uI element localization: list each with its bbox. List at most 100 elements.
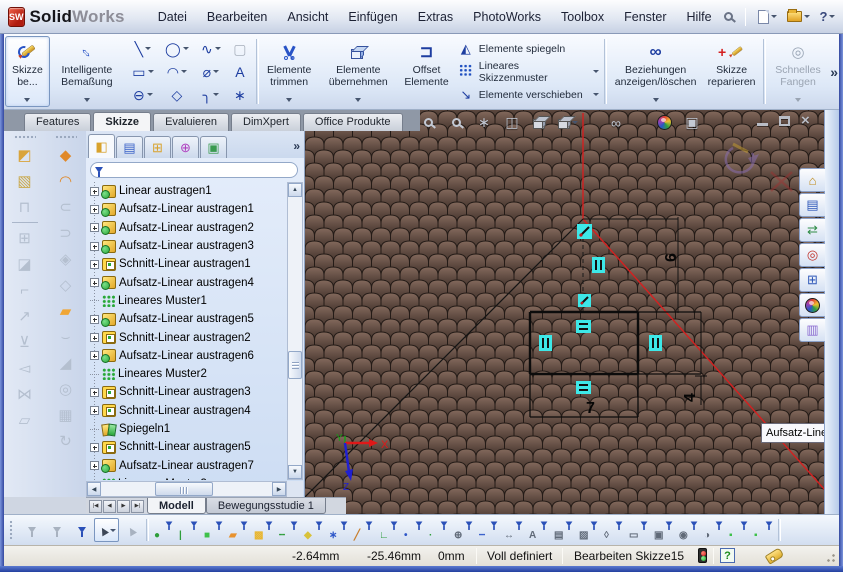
filter-midpoints[interactable]: · — [426, 518, 451, 542]
relation-tag-equal[interactable] — [576, 320, 591, 333]
trim-entities-button[interactable]: Elementetrimmen — [261, 36, 318, 107]
tree-item-aufsatz-linear-austragen7[interactable]: Aufsatz-Linear austragen7 — [88, 456, 286, 474]
tree-item-lineares-muster1[interactable]: Lineares Muster1 — [88, 292, 286, 310]
tree-vertical-scrollbar[interactable]: ▲ ▼ — [287, 182, 303, 480]
chevron-down-icon[interactable] — [286, 98, 292, 102]
filter-surface-bodies[interactable]: ▰ — [226, 518, 251, 542]
fillet-tool[interactable]: ╮ — [194, 83, 228, 106]
tag-icon[interactable] — [765, 547, 785, 564]
menu-photoworks[interactable]: PhotoWorks — [464, 7, 550, 27]
filter-center-marks[interactable]: ⊕ — [451, 518, 476, 542]
repair-sketch-button[interactable]: + Skizzereparieren — [702, 36, 760, 107]
toolbar-overflow-button[interactable]: » — [830, 64, 838, 80]
combine-button[interactable]: ⋈ — [12, 381, 38, 407]
filter-axes[interactable]: ╌ — [276, 518, 301, 542]
menu-einf-gen[interactable]: Einfügen — [339, 7, 406, 27]
filter-solid-bodies[interactable]: ▩ — [251, 518, 276, 542]
sketch-line-red-diagonal[interactable] — [583, 219, 825, 490]
dome-button[interactable]: ⊓ — [12, 194, 38, 220]
filter-cosmetic-threads[interactable]: ◑ — [701, 518, 726, 542]
expand-icon[interactable] — [90, 461, 99, 470]
design-library-tab[interactable]: ▤ — [799, 193, 825, 217]
tree-item-aufsatz-linear-austragen5[interactable]: Aufsatz-Linear austragen5 — [88, 310, 286, 328]
relation-tag-equal[interactable] — [576, 381, 591, 394]
dimxpertmanager-tab[interactable]: ⊕ — [172, 136, 199, 158]
scrollbar-thumb[interactable] — [155, 482, 213, 496]
filter-annotations[interactable]: A — [526, 518, 551, 542]
scrollbar-thumb[interactable] — [288, 351, 302, 379]
dimension-text-height[interactable]: 6 — [663, 253, 680, 262]
shell-button[interactable]: ◪ — [12, 251, 38, 277]
propertymanager-tab[interactable]: ▤ — [116, 136, 143, 158]
relation-tag-vertical[interactable] — [649, 335, 662, 351]
slot-tool[interactable]: ⊖ — [126, 83, 160, 106]
select-arrow-button[interactable]: ▲ — [94, 518, 119, 542]
display-style-button[interactable] — [557, 113, 579, 132]
scroll-up-button[interactable]: ▲ — [288, 183, 302, 197]
chevron-down-icon[interactable] — [147, 93, 153, 96]
expand-icon[interactable] — [90, 205, 99, 214]
tab-modell[interactable]: Modell — [147, 498, 206, 514]
quick-tips-help-button[interactable]: ? — [720, 548, 735, 563]
toolbar-grip[interactable] — [14, 135, 36, 139]
filter-notes[interactable]: ▤ — [551, 518, 576, 542]
filter-dowel-symbols[interactable]: ◉ — [676, 518, 701, 542]
filter-edges[interactable]: | — [176, 518, 201, 542]
tree-item-schnitt-linear-austragen3[interactable]: Schnitt-Linear austragen3 — [88, 383, 286, 401]
tab-bewegungsstudie-1[interactable]: Bewegungsstudie 1 — [206, 498, 326, 514]
resize-grip[interactable] — [824, 551, 836, 563]
mirror-feature-button[interactable]: ◅ — [12, 355, 38, 381]
filter-dimensions[interactable]: ↔ — [501, 518, 526, 542]
close-icon[interactable]: × — [801, 116, 810, 126]
tab-office-produkte[interactable]: Office Produkte — [303, 113, 403, 131]
tree-horizontal-scrollbar[interactable]: ◀ ▶ — [86, 481, 287, 497]
filter-toggle-button[interactable] — [19, 518, 44, 542]
filter-sketches[interactable]: ╱ — [351, 518, 376, 542]
expand-icon[interactable] — [90, 260, 99, 269]
pattern-feature-button[interactable]: ▦ — [53, 402, 79, 428]
filter-origins[interactable]: ∗ — [326, 518, 351, 542]
draft-button[interactable]: ↗ — [12, 303, 38, 329]
view-orientation-button[interactable] — [529, 113, 551, 132]
view-palette-tab[interactable]: ⊞ — [799, 268, 825, 292]
revolved-cut-button[interactable]: ◈ — [53, 246, 79, 272]
filter-blocks[interactable]: ▣ — [651, 518, 676, 542]
chevron-down-icon[interactable] — [653, 98, 659, 102]
tab-features[interactable]: Features — [24, 113, 91, 131]
chevron-down-icon[interactable] — [24, 98, 30, 102]
tab-skizze[interactable]: Skizze — [93, 112, 151, 131]
menu-toolbox[interactable]: Toolbox — [552, 7, 613, 27]
tab-nav-button[interactable]: ▶| — [131, 500, 144, 513]
appearances-tab[interactable] — [799, 293, 825, 317]
scroll-right-button[interactable]: ▶ — [272, 482, 286, 496]
expand-icon[interactable] — [90, 443, 99, 452]
chevron-down-icon[interactable] — [84, 98, 90, 102]
filter-routing-points[interactable]: ▪ — [751, 518, 776, 542]
tree-item-aufsatz-linear-austragen3[interactable]: Aufsatz-Linear austragen3 — [88, 237, 286, 255]
dimension-text-width[interactable]: 7 — [586, 400, 595, 417]
filter-sketch-points[interactable]: • — [401, 518, 426, 542]
chevron-down-icon[interactable] — [181, 70, 187, 73]
polygon-tool[interactable]: ◇ — [160, 83, 194, 106]
filter-datums[interactable]: ▭ — [626, 518, 651, 542]
chevron-down-icon[interactable] — [771, 15, 777, 18]
menu-bearbeiten[interactable]: Bearbeiten — [198, 7, 276, 27]
hole-wizard-button[interactable]: ◎ — [53, 376, 79, 402]
file-explorer-tab[interactable]: ⇄ — [799, 218, 825, 242]
tree-item-schnitt-linear-austragen2[interactable]: Schnitt-Linear austragen2 — [88, 328, 286, 346]
chevron-down-icon[interactable] — [355, 98, 361, 102]
zoom-fit-button[interactable] — [417, 113, 439, 132]
section-view-button[interactable]: ◫ — [501, 113, 523, 132]
wrap-button[interactable]: ⊞ — [12, 225, 38, 251]
move-entities-button[interactable]: ↘ Elemente verschieben — [458, 87, 602, 103]
tab-nav-button[interactable]: ◀ — [103, 500, 116, 513]
expand-icon[interactable] — [90, 406, 99, 415]
toolbar-grip[interactable] — [55, 135, 77, 139]
tree-item-aufsatz-linear-austragen4[interactable]: Aufsatz-Linear austragen4 — [88, 273, 286, 291]
mirror-entities-button[interactable]: ◭ Elemente spiegeln — [458, 41, 602, 57]
linear-sketch-pattern-button[interactable]: Lineares Skizzenmuster — [458, 60, 602, 84]
chevron-down-icon[interactable] — [145, 47, 151, 50]
clear-all-filters-button[interactable] — [44, 518, 69, 542]
plane-button[interactable]: ▰ — [53, 298, 79, 324]
display-delete-relations-button[interactable]: ∞ Beziehungenanzeigen/löschen — [609, 36, 703, 107]
